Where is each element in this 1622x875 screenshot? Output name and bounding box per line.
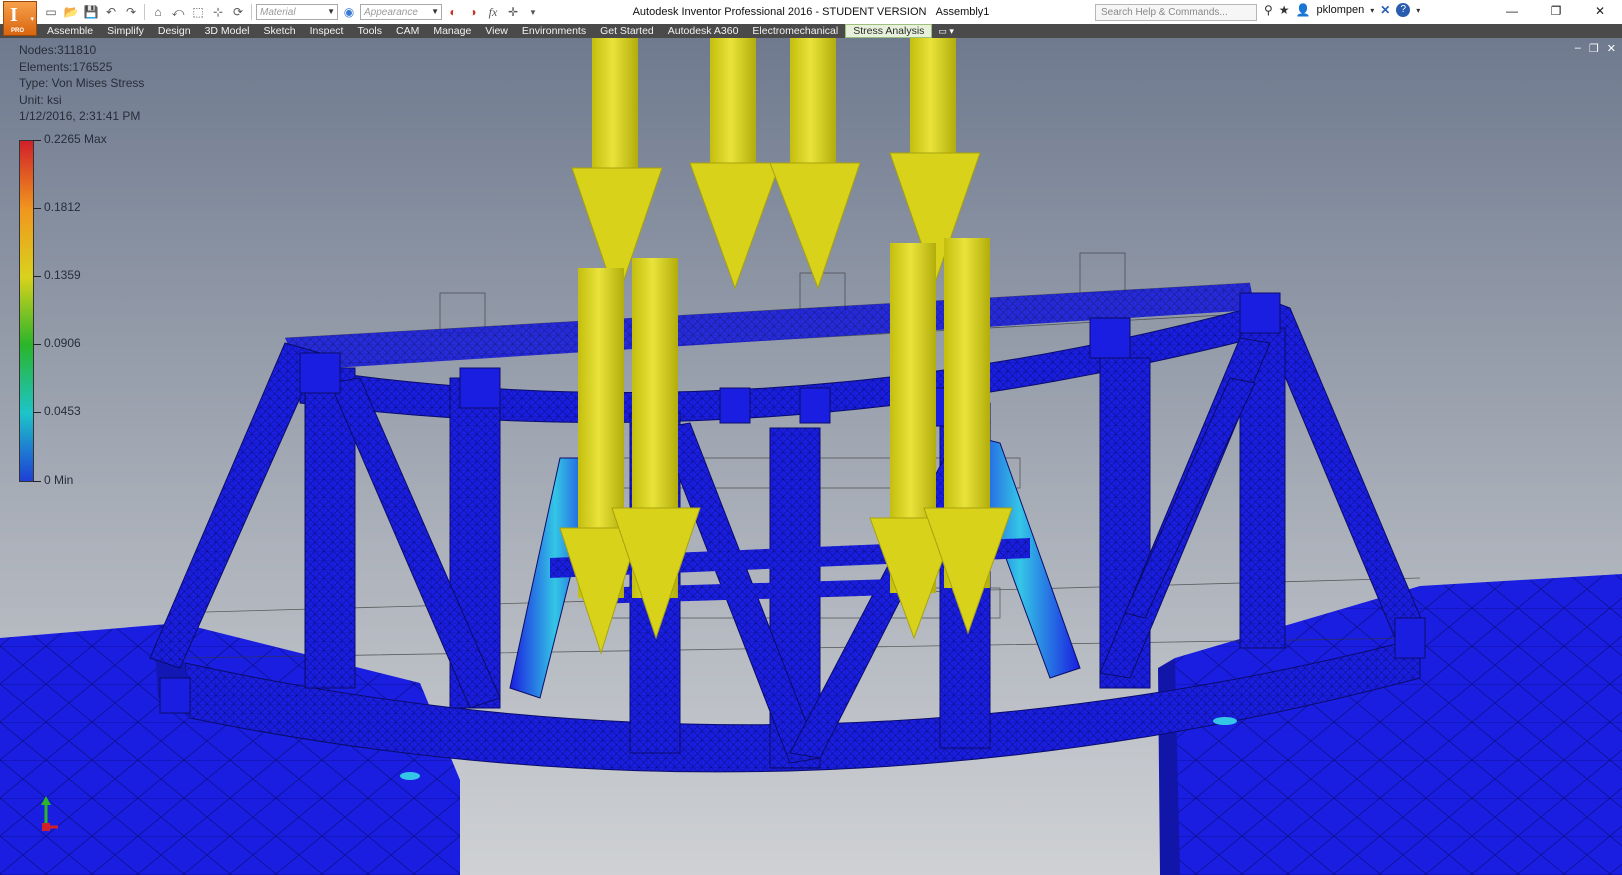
minimize-icon[interactable]: ‒ <box>1575 42 1581 55</box>
fx-parameters-button[interactable]: fx <box>484 3 502 21</box>
redo-icon[interactable]: ↷ <box>122 3 140 21</box>
tab-environments[interactable]: Environments <box>515 24 593 38</box>
close-icon[interactable]: ✕ <box>1578 0 1622 22</box>
new-icon[interactable]: ▭ <box>42 3 60 21</box>
open-icon[interactable]: 📂 <box>62 3 80 21</box>
result-timestamp: 1/12/2016, 2:31:41 PM <box>19 109 141 123</box>
legend-label: 0.0453 <box>44 404 81 418</box>
pro-badge: PRO <box>11 28 25 34</box>
result-unit: Unit: ksi <box>19 92 62 107</box>
search-help-input[interactable]: Search Help & Commands... <box>1095 4 1257 21</box>
adjust-appearance-icon[interactable]: ◑ <box>464 3 482 21</box>
home-icon[interactable]: ⌂ <box>149 3 167 21</box>
chevron-down-icon[interactable]: ▾ <box>1370 6 1374 15</box>
tab-tools[interactable]: Tools <box>350 24 389 38</box>
minimize-icon[interactable]: — <box>1490 0 1534 22</box>
tab-view[interactable]: View <box>478 24 515 38</box>
graphics-viewport[interactable]: ‒ ❐ ✕ Nodes:311810 Elements:176525 Type:… <box>0 38 1622 875</box>
tab-assemble[interactable]: Assemble <box>40 24 100 38</box>
legend-label-min: 0 Min <box>44 473 74 487</box>
exchange-apps-icon[interactable]: ✕ <box>1380 3 1390 17</box>
return-icon[interactable]: ⤺ <box>169 3 187 21</box>
save-icon[interactable]: 💾 <box>82 3 100 21</box>
tab-get-started[interactable]: Get Started <box>593 24 661 38</box>
tab-design[interactable]: Design <box>151 24 198 38</box>
tab-manage[interactable]: Manage <box>426 24 478 38</box>
update-icon[interactable]: ⟳ <box>229 3 247 21</box>
chevron-down-icon[interactable]: ▾ <box>1416 6 1420 15</box>
chevron-down-icon: ▾ <box>30 16 34 23</box>
help-icon[interactable]: ? <box>1396 3 1411 17</box>
quick-access-toolbar: ▭ 📂 💾 ↶ ↷ ⌂ ⤺ ⬚ ⊹ ⟳ Material ▼ ◉ Appeara… <box>40 0 542 24</box>
close-icon[interactable]: ✕ <box>1607 42 1616 55</box>
crosshair-icon[interactable]: ✛ <box>504 3 522 21</box>
elements-count: Elements:176525 <box>19 59 113 74</box>
appearance-dropdown[interactable]: Appearance ▼ <box>360 4 442 20</box>
legend-label: 0.1812 <box>44 200 81 214</box>
chevron-down-icon: ▼ <box>327 7 335 16</box>
legend-label-max: 0.2265 Max <box>44 132 107 146</box>
tab-cam[interactable]: CAM <box>389 24 426 38</box>
chevron-down-icon: ▼ <box>431 7 439 16</box>
user-name[interactable]: pklompen <box>1317 4 1365 16</box>
binoculars-icon[interactable]: ⚲ <box>1264 3 1273 17</box>
application-menu-button[interactable]: I PRO ▾ <box>3 1 37 36</box>
restore-icon[interactable]: ❐ <box>1534 0 1578 22</box>
result-info-block: Nodes:311810 Elements:176525 Type: Von M… <box>19 42 144 125</box>
restore-icon[interactable]: ❐ <box>1589 42 1599 55</box>
measure-icon[interactable]: ⊹ <box>209 3 227 21</box>
help-toolbar: ⚲ ★ 👤 pklompen ▾ ✕ ? ▾ <box>1264 3 1420 17</box>
ribbon-options-icon[interactable]: ▭ ▾ <box>932 24 960 38</box>
customize-qat-icon[interactable]: ▼ <box>524 3 542 21</box>
clear-appearance-icon[interactable]: ◐ <box>444 3 462 21</box>
tab-stress-analysis[interactable]: Stress Analysis <box>845 24 933 38</box>
window-controls: — ❐ ✕ <box>1490 0 1622 22</box>
title-bar: I PRO ▾ ▭ 📂 💾 ↶ ↷ ⌂ ⤺ ⬚ ⊹ ⟳ Material ▼ ◉… <box>0 0 1622 36</box>
material-dropdown[interactable]: Material ▼ <box>256 4 338 20</box>
appearance-sphere-icon: ◉ <box>343 5 355 19</box>
viewport-window-controls: ‒ ❐ ✕ <box>1575 42 1616 55</box>
tab-simplify[interactable]: Simplify <box>100 24 151 38</box>
tab-sketch[interactable]: Sketch <box>257 24 303 38</box>
inventor-logo-icon: I <box>10 4 18 26</box>
result-type: Type: Von Mises Stress <box>19 76 145 90</box>
ribbon-tab-bar: Assemble Simplify Design 3D Model Sketch Insp… <box>0 24 1622 38</box>
tab-electromechanical[interactable]: Electromechanical <box>745 24 845 38</box>
undo-icon[interactable]: ↶ <box>102 3 120 21</box>
nodes-count: Nodes:311810 <box>19 43 97 57</box>
legend-label: 0.1359 <box>44 268 81 282</box>
select-icon[interactable]: ⬚ <box>189 3 207 21</box>
tab-inspect[interactable]: Inspect <box>303 24 351 38</box>
user-icon[interactable]: 👤 <box>1296 3 1311 17</box>
legend-label: 0.0906 <box>44 336 81 350</box>
legend-color-bar <box>19 140 34 482</box>
star-icon[interactable]: ★ <box>1279 3 1290 17</box>
fea-model-render[interactable] <box>0 38 1622 875</box>
tab-3d-model[interactable]: 3D Model <box>198 24 257 38</box>
ribbon-tabs: Assemble Simplify Design 3D Model Sketch Insp… <box>40 24 960 38</box>
tab-autodesk-a360[interactable]: Autodesk A360 <box>661 24 746 38</box>
